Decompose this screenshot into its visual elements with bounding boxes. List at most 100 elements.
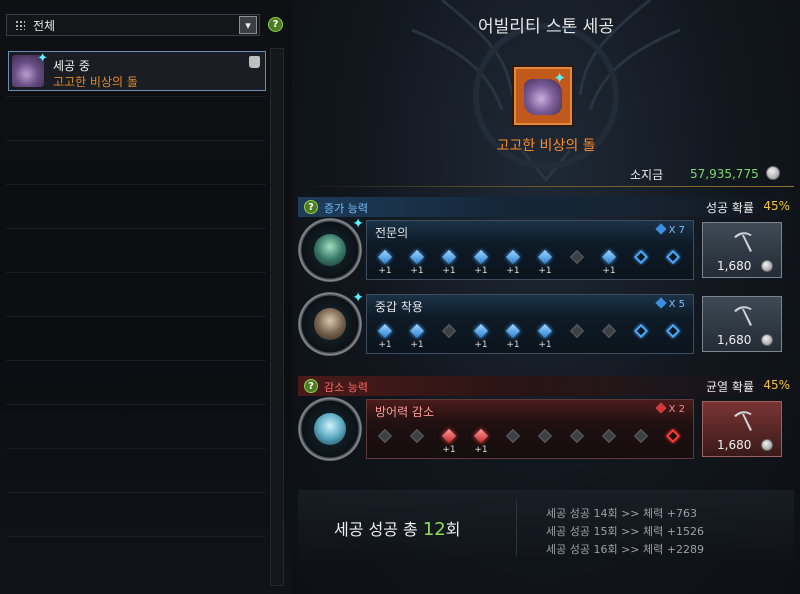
plus-row: +1 +1: [377, 445, 689, 457]
total-success: 세공 성공 총 12회: [334, 516, 461, 540]
facet-slot-empty: [665, 323, 681, 339]
chevron-down-icon[interactable]: ▾: [239, 16, 257, 34]
list-divider: [6, 272, 266, 273]
ability-name: 전문의: [375, 226, 409, 240]
filter-dropdown[interactable]: 전체 ▾: [6, 14, 260, 36]
selected-stone-slot: ✦: [514, 67, 572, 125]
diamond-icon: [665, 249, 681, 265]
section-label: 증가 능력: [324, 202, 368, 215]
facet-slot-rok: [441, 428, 457, 444]
list-scrollbar[interactable]: [270, 48, 284, 586]
decrease-section-header: ? 감소 능력 균열 확률 45%: [298, 376, 794, 396]
facet-slot-fail: [601, 428, 617, 444]
facet-slot-empty: [633, 323, 649, 339]
list-divider: [6, 404, 266, 405]
diamond-icon: [441, 249, 457, 265]
list-divider: [6, 140, 266, 141]
ability-count: X 7: [654, 223, 685, 236]
facet-slot-ok: [505, 249, 521, 265]
ability-orb: ✦: [298, 290, 364, 356]
facet-slot-fail: [505, 428, 521, 444]
plus-one-label: +1: [506, 340, 520, 350]
diamond-icon: [473, 323, 489, 339]
ability-orb: [298, 397, 362, 461]
list-divider: [6, 536, 266, 537]
rate-value: 45%: [763, 199, 790, 213]
diamond-icon: [409, 249, 425, 265]
diamond-icon: [505, 428, 521, 444]
facet-slot-fail: [569, 428, 585, 444]
facet-slot-empty: [665, 249, 681, 265]
help-icon[interactable]: ?: [304, 379, 318, 393]
facet-slot-fail: [633, 428, 649, 444]
increase-section-header: ? 증가 능력 성공 확률 45%: [298, 197, 794, 217]
sparkle-icon: ✦: [352, 290, 364, 306]
rate-label: 성공 확률: [706, 201, 754, 215]
engraving-icon: [314, 413, 346, 445]
sparkle-icon: ✦: [553, 69, 566, 87]
silver-coin-icon: [766, 166, 780, 180]
plus-one-label: +1: [474, 445, 488, 455]
divider: [298, 186, 794, 187]
list-item[interactable]: ✦ 세공 중 고고한 비상의 돌: [8, 51, 266, 91]
diamond-icon: [633, 323, 649, 339]
facet-button[interactable]: 1,680: [702, 222, 782, 278]
facet-slot-fail: [377, 428, 393, 444]
silver-coin-icon: [761, 334, 773, 346]
plus-one-label: +1: [410, 266, 424, 276]
plus-one-label: +1: [442, 266, 456, 276]
ability-count-text: X 7: [668, 225, 685, 236]
diamond-icon: [633, 249, 649, 265]
facet-slot-ok: [537, 323, 553, 339]
facet-slot-fail: [537, 428, 553, 444]
plus-one-label: +1: [378, 340, 392, 350]
ability-count-text: X 5: [668, 299, 685, 310]
diamond-icon: [569, 323, 585, 339]
diamond-icon: [654, 223, 667, 235]
help-icon[interactable]: ?: [304, 200, 318, 214]
facet-slot-ok: [441, 249, 457, 265]
list-divider: [6, 184, 266, 185]
ability-row: ✦ 전문의 X 7 +1 +1 +1 +1 +1 +1 +1 1,680: [298, 216, 784, 282]
ability-row: ✦ 중갑 착용 X 5 +1 +1 +1 +1 +1 1,680: [298, 290, 784, 356]
facet-slot-ok: [473, 249, 489, 265]
facet-slot-fail: [441, 323, 457, 339]
diamond-icon: [569, 428, 585, 444]
list-divider: [6, 96, 266, 97]
plus-one-label: +1: [602, 266, 616, 276]
silver-coin-icon: [761, 439, 773, 451]
plus-one-label: +1: [506, 266, 520, 276]
facet-slot-ok: [409, 323, 425, 339]
diamond-icon: [654, 402, 667, 414]
slot-row: [377, 323, 689, 339]
plus-one-label: +1: [442, 445, 456, 455]
help-icon[interactable]: ?: [268, 17, 283, 32]
diamond-icon: [441, 323, 457, 339]
ability-orb: ✦: [298, 216, 364, 282]
total-suffix: 회: [445, 520, 461, 539]
facet-cost: 1,680: [717, 333, 752, 347]
facet-slot-ok: [601, 249, 617, 265]
slot-row: [377, 428, 689, 444]
pickaxe-icon: [734, 306, 752, 326]
diamond-icon: [537, 249, 553, 265]
money-label: 소지금: [630, 168, 664, 182]
facet-button[interactable]: 1,680: [702, 296, 782, 352]
plus-one-label: +1: [378, 266, 392, 276]
ability-count: X 5: [654, 297, 685, 310]
facet-button[interactable]: 1,680: [702, 401, 782, 457]
diamond-icon: [441, 428, 457, 444]
diamond-icon: [377, 249, 393, 265]
diamond-icon: [633, 428, 649, 444]
filter-label: 전체: [33, 18, 56, 33]
rate-label: 균열 확률: [706, 380, 754, 394]
diamond-icon: [505, 323, 521, 339]
item-name: 고고한 비상의 돌: [53, 75, 138, 89]
diamond-icon: [377, 323, 393, 339]
pickaxe-icon: [734, 232, 752, 252]
ability-panel: 전문의 X 7 +1 +1 +1 +1 +1 +1 +1: [366, 220, 694, 280]
facet-cost: 1,680: [717, 259, 752, 273]
page-title: 어빌리티 스톤 세공: [478, 17, 614, 37]
diamond-icon: [654, 297, 667, 309]
pickaxe-icon: [734, 411, 752, 431]
